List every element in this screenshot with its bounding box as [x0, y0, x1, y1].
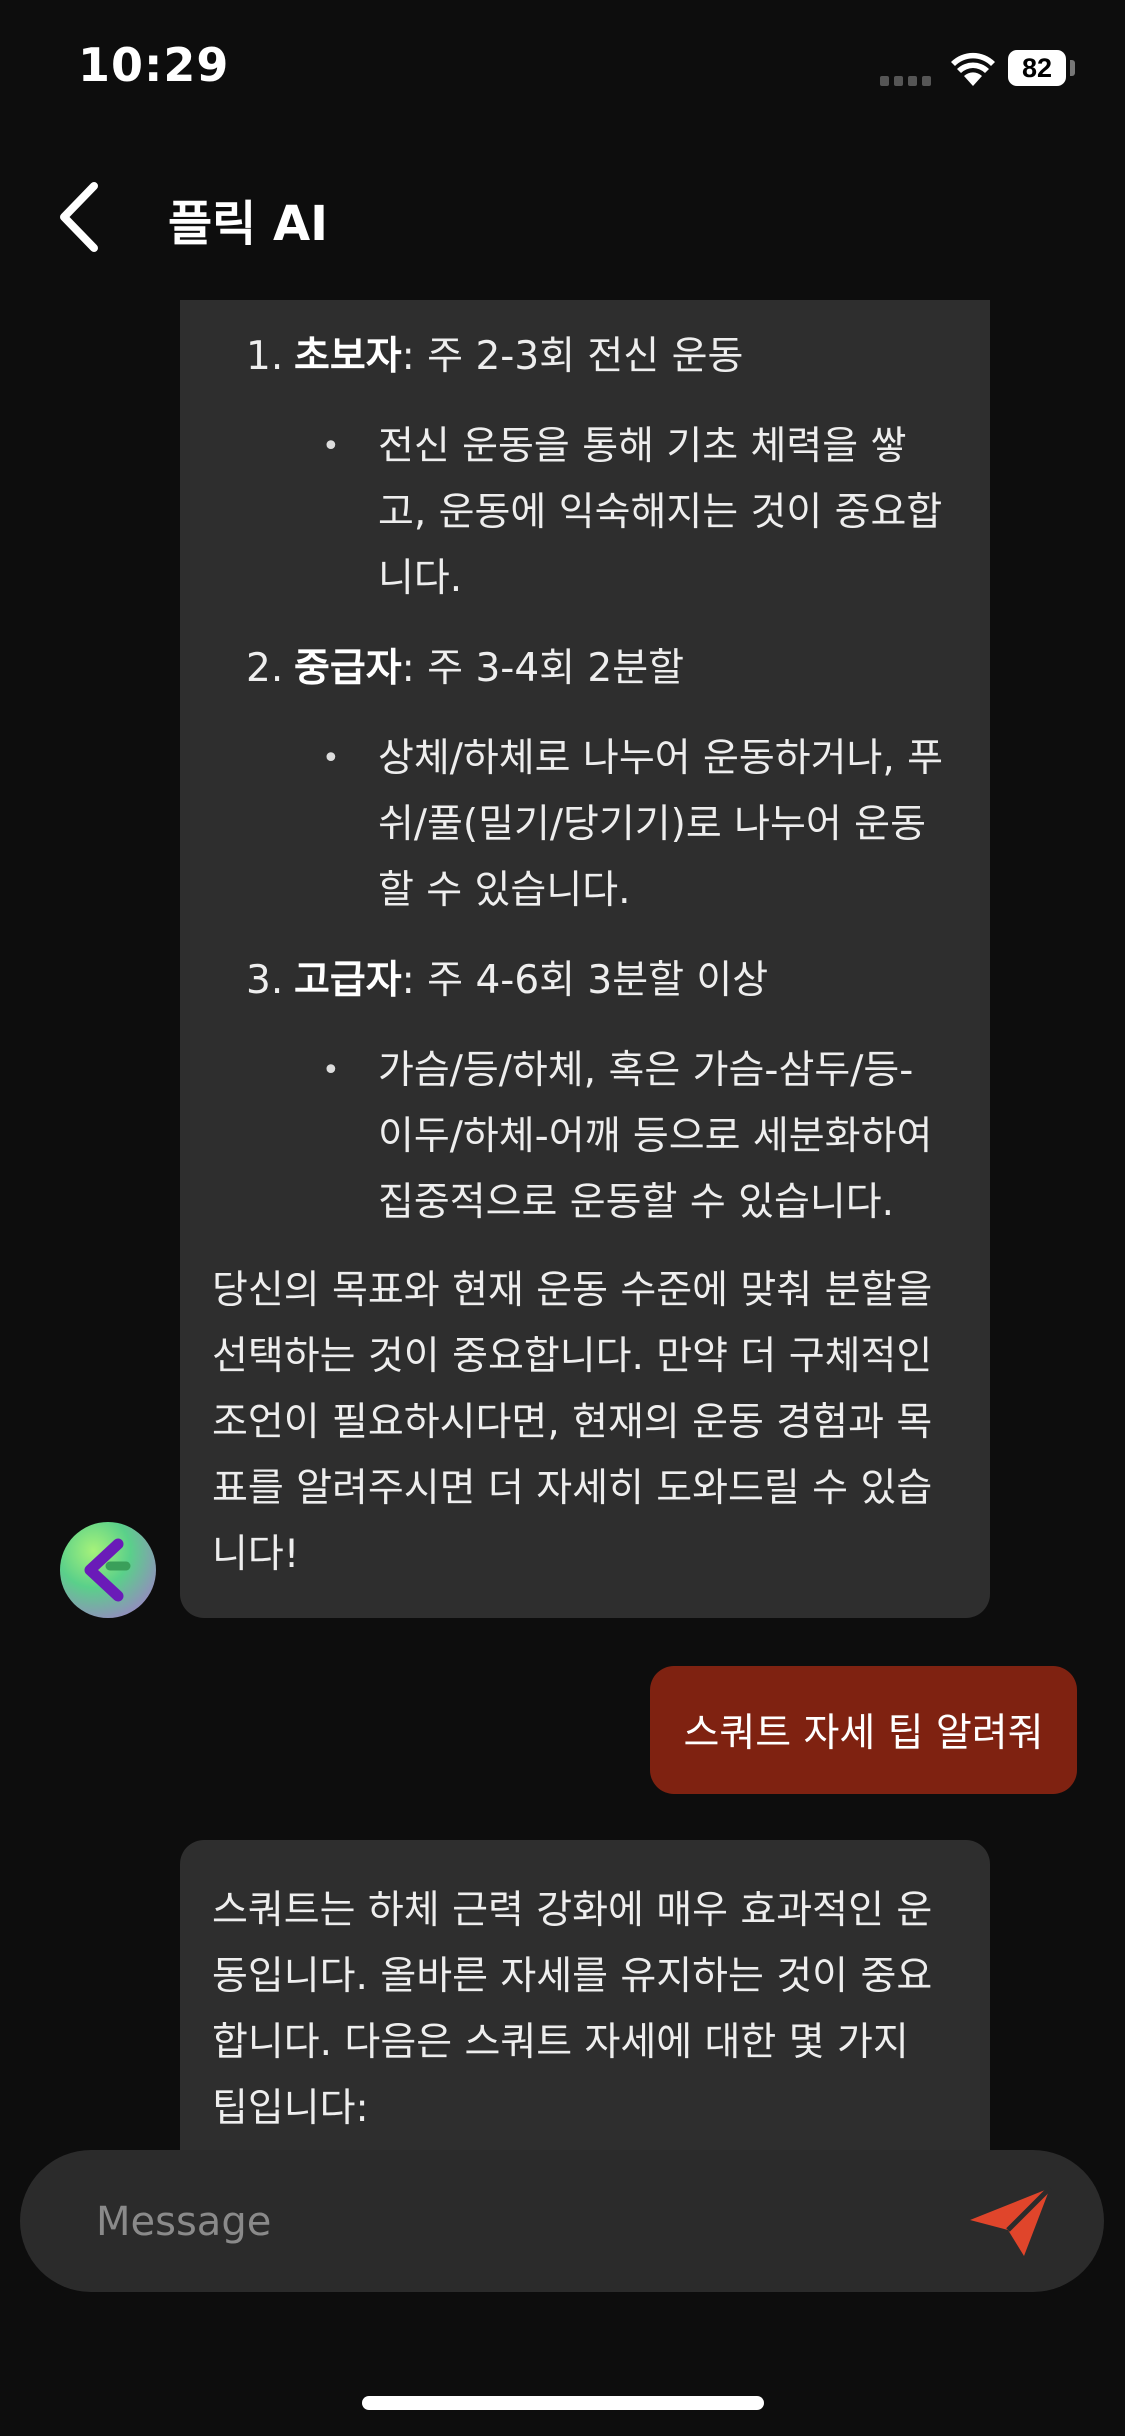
- back-button[interactable]: [48, 180, 118, 254]
- list-item-rest: : 주 4-6회 3분할 이상: [401, 958, 769, 1003]
- chat-title: 플릭 AI: [168, 196, 329, 252]
- bullet-line: 전신 운동을 통해 기초 체력을 쌓: [378, 424, 907, 469]
- message-composer: [20, 2150, 1104, 2292]
- bullet-dot: •: [322, 429, 340, 464]
- bullet-line: 니다.: [378, 556, 463, 601]
- bullet-line: 고, 운동에 익숙해지는 것이 중요합: [378, 490, 943, 535]
- paper-plane-icon: [970, 2186, 1052, 2256]
- status-time: 10:29: [78, 38, 230, 92]
- chevron-left-icon: [60, 182, 98, 252]
- paragraph-line: 선택하는 것이 중요합니다. 만약 더 구체적인: [212, 1334, 933, 1379]
- flick-logo-icon: [84, 1538, 131, 1602]
- battery-icon: 82: [1008, 50, 1066, 86]
- message-input[interactable]: [94, 2188, 918, 2256]
- paragraph-line: 조언이 필요하시다면, 현재의 운동 경험과 목: [212, 1400, 933, 1445]
- paragraph-line: 당신의 목표와 현재 운동 수준에 맞춰 분할을: [212, 1268, 933, 1313]
- paragraph-line: 합니다. 다음은 스쿼트 자세에 대한 몇 가지: [212, 2020, 909, 2065]
- list-number: 2.: [246, 646, 284, 691]
- list-number: 3.: [246, 958, 284, 1003]
- paragraph-line: 스쿼트는 하체 근력 강화에 매우 효과적인 운: [212, 1888, 933, 1933]
- list-item-bold: 고급자: [294, 958, 402, 1003]
- send-button[interactable]: [966, 2184, 1054, 2260]
- list-item-rest: : 주 2-3회 전신 운동: [401, 334, 744, 379]
- bullet-line: 할 수 있습니다.: [378, 868, 631, 913]
- ai-message-bubble: 1. 초보자: 주 2-3회 전신 운동 • 전신 운동을 통해 기초 체력을 …: [180, 300, 990, 1618]
- wifi-icon: [951, 52, 995, 86]
- bullet-dot: •: [322, 741, 340, 776]
- bullet-line: 가슴/등/하체, 혹은 가슴-삼두/등-: [378, 1048, 914, 1093]
- list-item-title: 중급자: 주 3-4회 2분할: [294, 636, 684, 702]
- list-item-title: 고급자: 주 4-6회 3분할 이상: [294, 948, 768, 1014]
- battery-tip: [1070, 60, 1075, 76]
- user-message-bubble: 스쿼트 자세 팁 알려줘: [650, 1666, 1077, 1794]
- bullet-dot: •: [322, 1053, 340, 1088]
- list-item-rest: : 주 3-4회 2분할: [401, 646, 685, 691]
- list-item-bold: 초보자: [294, 334, 402, 379]
- paragraph-line: 동입니다. 올바른 자세를 유지하는 것이 중요: [212, 1954, 933, 1999]
- home-indicator: [362, 2396, 764, 2410]
- paragraph-line: 표를 알려주시면 더 자세히 도와드릴 수 있습: [212, 1466, 933, 1511]
- bullet-line: 집중적으로 운동할 수 있습니다.: [378, 1180, 895, 1225]
- cellular-signal-icon: [880, 72, 936, 86]
- paragraph-line: 팁입니다:: [212, 2086, 369, 2131]
- chat-header: 플릭 AI: [0, 150, 1125, 280]
- bullet-line: 상체/하체로 나누어 운동하거나, 푸: [378, 736, 944, 781]
- ai-avatar: [60, 1522, 156, 1618]
- bullet-line: 이두/하체-어깨 등으로 세분화하여: [378, 1114, 933, 1159]
- list-item-bold: 중급자: [294, 646, 402, 691]
- list-number: 1.: [246, 334, 284, 379]
- paragraph-line: 니다!: [212, 1532, 300, 1577]
- list-item-title: 초보자: 주 2-3회 전신 운동: [294, 324, 743, 390]
- bullet-line: 쉬/풀(밀기/당기기)로 나누어 운동: [378, 802, 926, 847]
- status-bar: 10:29 82: [0, 0, 1125, 140]
